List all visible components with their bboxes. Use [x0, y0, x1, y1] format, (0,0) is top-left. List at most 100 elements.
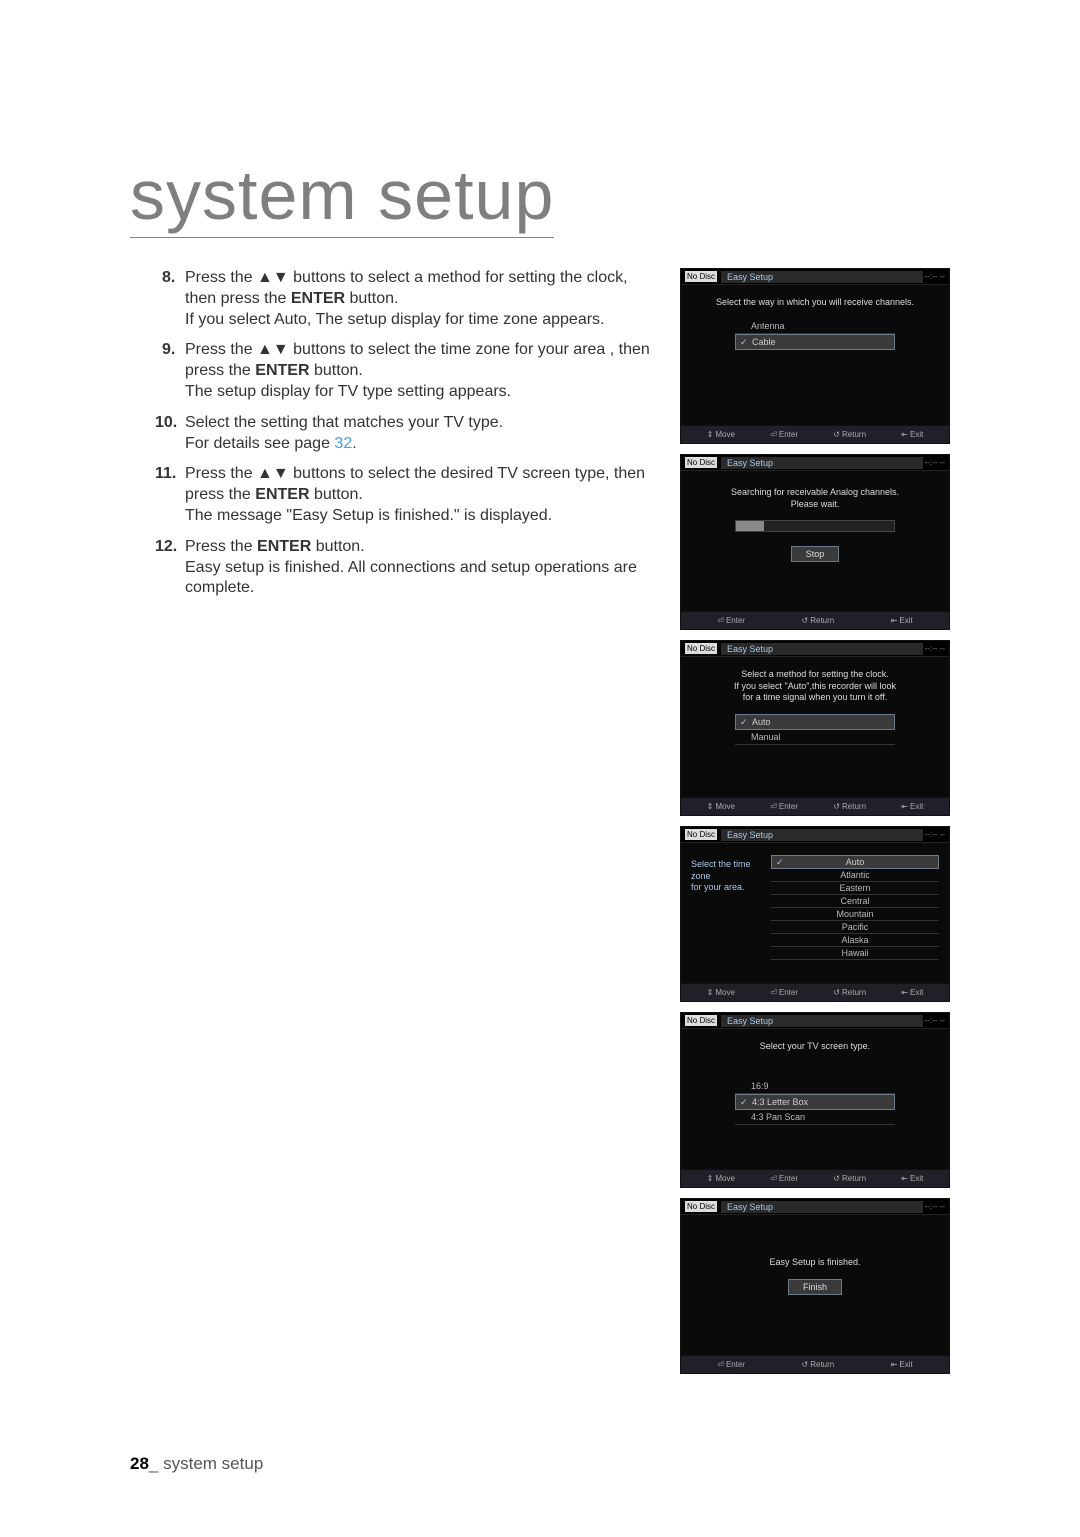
screen-searching: No Disc Easy Setup --:-- -- Searching fo… — [680, 454, 950, 630]
exit-icon: ⇤ — [901, 802, 908, 811]
screen-message: Select the way in which you will receive… — [691, 297, 939, 309]
no-disc-badge: No Disc — [685, 643, 717, 654]
return-icon: ↺ — [802, 616, 809, 625]
enter-icon: ⏎ — [717, 1360, 724, 1369]
tz-option-pacific[interactable]: Pacific — [771, 921, 939, 934]
hint-return: ↺Return — [802, 1360, 835, 1369]
exit-icon: ⇤ — [901, 1174, 908, 1183]
screen-title: Easy Setup — [721, 271, 923, 283]
hint-return: ↺Return — [833, 988, 866, 997]
timezone-label: Select the time zone for your area. — [691, 855, 771, 894]
screen-channel-source: No Disc Easy Setup --:-- -- Select the w… — [680, 268, 950, 444]
hint-move: ⇕Move — [707, 988, 735, 997]
enter-icon: ⏎ — [770, 430, 777, 439]
hint-enter: ⏎Enter — [770, 802, 798, 811]
return-icon: ↺ — [802, 1360, 809, 1369]
return-icon: ↺ — [833, 430, 840, 439]
hint-move: ⇕Move — [707, 430, 735, 439]
no-disc-badge: No Disc — [685, 829, 717, 840]
enter-icon: ⏎ — [770, 802, 777, 811]
step-10: 10. Select the setting that matches your… — [185, 413, 660, 455]
option-cable[interactable]: Cable — [735, 334, 895, 350]
tz-option-atlantic[interactable]: Atlantic — [771, 869, 939, 882]
no-disc-badge: No Disc — [685, 271, 717, 282]
option-antenna[interactable]: Antenna — [735, 319, 895, 334]
exit-icon: ⇤ — [891, 1360, 898, 1369]
screen-clock-method: No Disc Easy Setup --:-- -- Select a met… — [680, 640, 950, 816]
finish-button[interactable]: Finish — [788, 1279, 842, 1295]
screen-timezone: No Disc Easy Setup --:-- -- Select the t… — [680, 826, 950, 1002]
updown-icon: ⇕ — [707, 430, 714, 439]
tz-option-mountain[interactable]: Mountain — [771, 908, 939, 921]
hint-move: ⇕Move — [707, 1174, 735, 1183]
hint-exit: ⇤Exit — [891, 616, 913, 625]
updown-icon: ⇕ — [707, 802, 714, 811]
step-9: 9. Press the ▲▼ buttons to select the ti… — [185, 340, 660, 402]
screen-title: Easy Setup — [721, 1201, 923, 1213]
tz-option-alaska[interactable]: Alaska — [771, 934, 939, 947]
option-43-panscan[interactable]: 4:3 Pan Scan — [735, 1110, 895, 1125]
enter-icon: ⏎ — [770, 988, 777, 997]
page-ref-link: 32 — [334, 435, 352, 452]
enter-icon: ⏎ — [770, 1174, 777, 1183]
updown-icon: ⇕ — [707, 1174, 714, 1183]
tz-option-hawaii[interactable]: Hawaii — [771, 947, 939, 960]
screen-finished: No Disc Easy Setup --:-- -- Easy Setup i… — [680, 1198, 950, 1374]
screen-message: Easy Setup is finished. — [691, 1257, 939, 1269]
timecode: --:-- -- — [925, 644, 945, 653]
exit-icon: ⇤ — [891, 616, 898, 625]
updown-icon: ⇕ — [707, 988, 714, 997]
screen-title: Easy Setup — [721, 1015, 923, 1027]
tz-option-central[interactable]: Central — [771, 895, 939, 908]
tz-option-eastern[interactable]: Eastern — [771, 882, 939, 895]
option-16-9[interactable]: 16:9 — [735, 1079, 895, 1094]
hint-return: ↺Return — [833, 430, 866, 439]
return-icon: ↺ — [833, 988, 840, 997]
progress-bar — [735, 520, 895, 532]
screen-title: Easy Setup — [721, 643, 923, 655]
hint-enter: ⏎Enter — [717, 1360, 745, 1369]
step-8: 8. Press the ▲▼ buttons to select a meth… — [185, 268, 660, 330]
screen-message: Select a method for setting the clock. I… — [691, 669, 939, 704]
step-number: 8. — [162, 268, 175, 289]
tz-option-auto[interactable]: Auto — [771, 855, 939, 869]
timecode: --:-- -- — [925, 830, 945, 839]
hint-enter: ⏎Enter — [770, 988, 798, 997]
screen-message: Searching for receivable Analog channels… — [691, 487, 939, 510]
option-auto[interactable]: Auto — [735, 714, 895, 730]
option-43-letterbox[interactable]: 4:3 Letter Box — [735, 1094, 895, 1110]
hint-move: ⇕Move — [707, 802, 735, 811]
no-disc-badge: No Disc — [685, 1201, 717, 1212]
screen-title: Easy Setup — [721, 457, 923, 469]
step-11: 11. Press the ▲▼ buttons to select the d… — [185, 464, 660, 526]
hint-exit: ⇤Exit — [901, 988, 923, 997]
hint-return: ↺Return — [833, 1174, 866, 1183]
return-icon: ↺ — [833, 1174, 840, 1183]
hint-exit: ⇤Exit — [901, 1174, 923, 1183]
hint-enter: ⏎Enter — [770, 430, 798, 439]
timecode: --:-- -- — [925, 272, 945, 281]
hint-exit: ⇤Exit — [901, 430, 923, 439]
timecode: --:-- -- — [925, 1202, 945, 1211]
no-disc-badge: No Disc — [685, 1015, 717, 1026]
enter-icon: ⏎ — [717, 616, 724, 625]
hint-exit: ⇤Exit — [901, 802, 923, 811]
exit-icon: ⇤ — [901, 988, 908, 997]
exit-icon: ⇤ — [901, 430, 908, 439]
instructions-list: 8. Press the ▲▼ buttons to select a meth… — [185, 268, 660, 609]
hint-return: ↺Return — [833, 802, 866, 811]
hint-enter: ⏎Enter — [770, 1174, 798, 1183]
page-title: system setup — [130, 155, 554, 238]
step-number: 12. — [155, 537, 177, 558]
step-12: 12. Press the ENTER button. Easy setup i… — [185, 537, 660, 599]
stop-button[interactable]: Stop — [791, 546, 840, 562]
option-manual[interactable]: Manual — [735, 730, 895, 745]
page-footer: 28_ system setup — [130, 1454, 263, 1474]
step-number: 10. — [155, 413, 177, 434]
screen-title: Easy Setup — [721, 829, 923, 841]
no-disc-badge: No Disc — [685, 457, 717, 468]
return-icon: ↺ — [833, 802, 840, 811]
progress-fill — [736, 521, 764, 531]
screen-tv-type: No Disc Easy Setup --:-- -- Select your … — [680, 1012, 950, 1188]
step-number: 11. — [155, 464, 176, 485]
